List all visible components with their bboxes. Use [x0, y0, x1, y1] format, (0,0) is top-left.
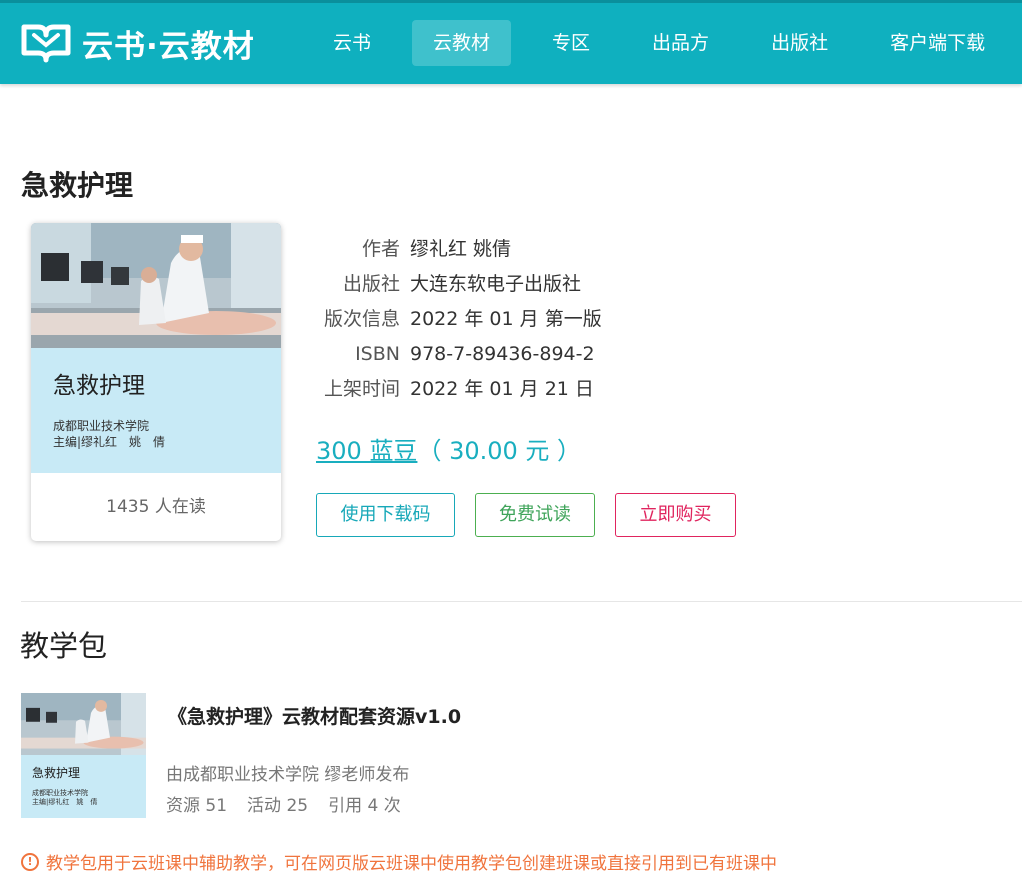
- nav-item-yunshu[interactable]: 云书: [312, 20, 392, 66]
- warning-circle-icon: !: [21, 852, 39, 871]
- top-navigation-bar: 云书·云教材 云书 云教材 专区 出品方 出版社 客户端下载: [0, 0, 1022, 84]
- thumbnail-title: 急救护理: [32, 766, 81, 780]
- stat-resources: 资源 51: [166, 796, 228, 816]
- nav-item-chupinfang[interactable]: 出品方: [631, 20, 730, 66]
- cover-title: 急救护理: [53, 373, 145, 399]
- book-logo-icon: [21, 24, 71, 63]
- nav-item-chubanshe[interactable]: 出版社: [750, 20, 849, 66]
- stat-citations: 引用 4 次: [328, 796, 401, 816]
- stat-activities: 活动 25: [247, 796, 309, 816]
- nav-item-zhuanqu[interactable]: 专区: [531, 20, 611, 66]
- book-info-table: 作者 缪礼红 姚倩 出版社 大连东软电子出版社 版次信息 2022 年 01 月…: [316, 232, 602, 407]
- info-value: 大连东软电子出版社: [410, 273, 582, 295]
- nav-item-yunjiaocai[interactable]: 云教材: [412, 20, 512, 66]
- cover-editor: 主编|缪礼红 姚 倩: [53, 435, 166, 449]
- info-label: ISBN: [355, 343, 400, 365]
- package-stats: 资源 51 活动 25 引用 4 次: [166, 791, 421, 816]
- notice: ! 教学包用于云班课中辅助教学，可在网页版云班课中使用教学包创建班课或直接引用到…: [21, 849, 777, 874]
- package-name-link[interactable]: 《急救护理》云教材配套资源v1.0: [168, 702, 461, 729]
- info-label: 作者: [361, 238, 400, 260]
- teaching-package-heading: 教学包: [20, 629, 108, 663]
- buy-now-button[interactable]: 立即购买: [615, 493, 736, 537]
- info-row-shelf-date: 上架时间 2022 年 01 月 21 日: [316, 372, 602, 407]
- page-title: 急救护理: [21, 169, 134, 202]
- price-beans-link[interactable]: 300 蓝豆: [316, 437, 417, 465]
- info-row-edition: 版次信息 2022 年 01 月 第一版: [316, 302, 602, 337]
- site-logo[interactable]: 云书·云教材: [20, 21, 255, 65]
- info-label: 出版社: [342, 273, 400, 295]
- thumbnail-editor: 主编|缪礼红 姚 倩: [32, 798, 98, 806]
- section-divider: [21, 601, 1022, 602]
- price: 300 蓝豆（ 30.00 元 ）: [316, 431, 581, 466]
- cover-info-panel: 急救护理 成都职业技术学院 主编|缪礼红 姚 倩: [31, 348, 281, 473]
- thumbnail-info-panel: 急救护理 成都职业技术学院 主编|缪礼红 姚 倩: [21, 755, 146, 818]
- info-value: 2022 年 01 月 第一版: [410, 308, 602, 330]
- reader-count: 1435 人在读: [106, 497, 206, 517]
- info-value: 978-7-89436-894-2: [410, 343, 595, 365]
- info-label: 版次信息: [323, 308, 400, 330]
- package-publisher: 由成都职业技术学院 缪老师发布: [166, 765, 410, 785]
- main-nav: 云书 云教材 专区 出品方 出版社 客户端下载: [312, 20, 1022, 66]
- logo-text: 云书·云教材: [82, 28, 255, 65]
- info-row-publisher: 出版社 大连东软电子出版社: [316, 267, 602, 302]
- info-row-isbn: ISBN 978-7-89436-894-2: [316, 337, 602, 372]
- cover-school: 成都职业技术学院: [53, 419, 150, 433]
- info-value: 缪礼红 姚倩: [410, 238, 512, 260]
- price-yuan: （ 30.00 元 ）: [417, 437, 582, 465]
- notice-text: 教学包用于云班课中辅助教学，可在网页版云班课中使用教学包创建班课或直接引用到已有…: [46, 854, 777, 874]
- cover-photo-nursing-image: [31, 223, 281, 348]
- use-download-code-button[interactable]: 使用下载码: [316, 493, 455, 537]
- book-cover-card[interactable]: 急救护理 成都职业技术学院 主编|缪礼红 姚 倩 1435 人在读: [31, 223, 281, 541]
- free-trial-button[interactable]: 免费试读: [475, 493, 595, 537]
- info-label: 上架时间: [323, 378, 400, 400]
- info-row-author: 作者 缪礼红 姚倩: [316, 232, 602, 267]
- info-value: 2022 年 01 月 21 日: [410, 378, 594, 400]
- nav-item-client-download[interactable]: 客户端下载: [869, 20, 1006, 66]
- thumbnail-photo-image: [21, 693, 146, 755]
- package-thumbnail[interactable]: 急救护理 成都职业技术学院 主编|缪礼红 姚 倩: [21, 693, 146, 818]
